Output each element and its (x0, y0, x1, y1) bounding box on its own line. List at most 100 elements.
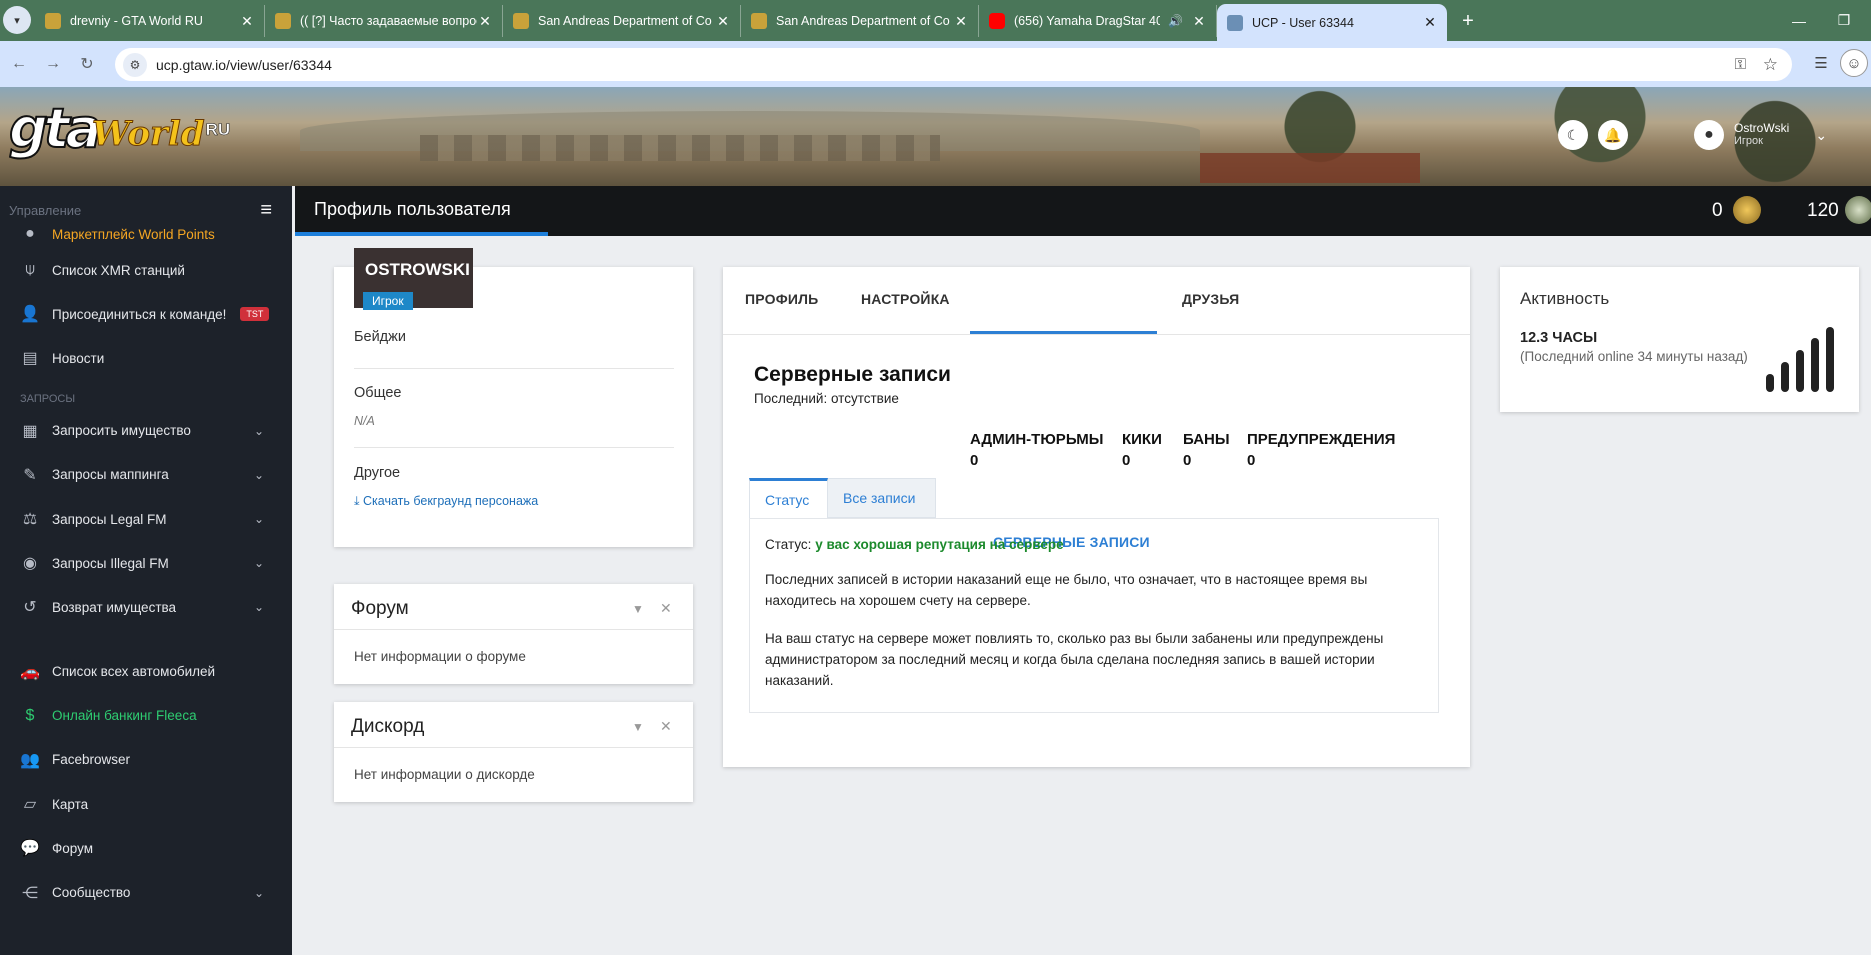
chevron-down-icon: ⌄ (253, 512, 264, 527)
chevron-down-icon: ⌄ (253, 600, 264, 615)
tab-search-chevron-icon[interactable]: ▾ (3, 6, 31, 34)
sidebar-item-mapping[interactable]: ✎ Запросы маппинга ⌄ (0, 453, 292, 497)
money-icon: $ (25, 706, 35, 724)
coins-icon: ● (25, 225, 35, 242)
tab-profile[interactable]: ПРОФИЛЬ (745, 291, 818, 307)
forward-arrow-icon[interactable]: → (38, 49, 68, 79)
close-icon[interactable]: ✕ (660, 600, 672, 617)
browser-tab[interactable]: San Andreas Department of Co ✕ (741, 5, 979, 37)
sidebar-item-legal-fm[interactable]: ⚖ Запросы Legal FM ⌄ (0, 497, 292, 541)
tab-close-icon[interactable]: ✕ (953, 13, 969, 30)
server-records-card: ПРОФИЛЬ НАСТРОЙКА СЕРВЕРНЫЕ ЗАПИСИ ДРУЗЬ… (723, 267, 1470, 767)
sidebar-item-community[interactable]: ⋲ Сообщество ⌄ (0, 870, 292, 914)
sidebar-item-property-return[interactable]: ↺ Возврат имущества ⌄ (0, 585, 292, 629)
sa-seal-favicon-icon (751, 13, 767, 29)
tab-close-icon[interactable]: ✕ (239, 13, 255, 30)
site-banner: gta World RU (0, 87, 1871, 186)
browser-tab[interactable]: San Andreas Department of Co ✕ (503, 5, 741, 37)
sidebar-item-label: Запросы Legal FM (52, 511, 167, 527)
browser-tab[interactable]: (( [?] Часто задаваемые вопросы ✕ (265, 5, 503, 37)
browser-tab-title: (( [?] Часто задаваемые вопросы (300, 14, 477, 28)
profile-avatar-icon[interactable]: ☺ (1840, 49, 1868, 77)
user-role: Игрок (1734, 135, 1763, 147)
collapse-caret-icon[interactable]: ▼ (632, 602, 644, 616)
reload-icon[interactable]: ↻ (72, 49, 102, 79)
section-heading: Серверные записи (754, 363, 951, 386)
stat-label: АДМИН-ТЮРЬМЫ (970, 431, 1104, 448)
divider (354, 447, 674, 448)
logo-gta: gta (8, 97, 103, 160)
stat-value: 0 (970, 452, 979, 469)
subtab-all-records[interactable]: Все записи (828, 478, 936, 518)
new-tab-plus-icon[interactable]: + (1453, 5, 1483, 37)
user-name: OstroWski (1734, 121, 1790, 135)
last-record: Последний: отсутствие (754, 391, 899, 406)
site-info-icon[interactable]: ⚙ (123, 52, 147, 77)
stat-warnings: ПРЕДУПРЕЖДЕНИЯ 0 (1247, 429, 1395, 471)
discord-card: Дискорд ▼ ✕ Нет информации о дискорде (334, 702, 693, 802)
scale-icon: ⚖ (22, 511, 38, 529)
notifications-bell-icon[interactable]: 🔔 (1598, 120, 1628, 150)
window-minimize-icon[interactable]: — (1777, 0, 1821, 41)
medal-icon (1733, 196, 1761, 224)
tab-close-icon[interactable]: ✕ (477, 13, 493, 30)
undo-icon: ↺ (23, 599, 37, 617)
chevron-down-icon: ⌄ (253, 556, 264, 571)
page-title: Профиль пользователя (314, 199, 511, 219)
user-menu[interactable]: ● OstroWski Игрок ⌄ (1694, 120, 1827, 150)
url-text[interactable]: ucp.gtaw.io/view/user/63344 (156, 57, 332, 73)
subtab-status[interactable]: Статус (749, 478, 828, 519)
sidebar-item-property-request[interactable]: ▦ Запросить имущество ⌄ (0, 409, 292, 453)
sidebar-item-news[interactable]: ▤ Новости (0, 336, 292, 380)
sidebar-item-xmr[interactable]: ⍦ Список XMR станций (0, 248, 292, 292)
discord-card-title: Дискорд (351, 716, 425, 737)
sidebar-item-illegal-fm[interactable]: ◉ Запросы Illegal FM ⌄ (0, 541, 292, 585)
sidebar-item-forum[interactable]: 💬 Форум (0, 826, 292, 870)
sidebar-title: Управление (9, 202, 82, 218)
tab-close-icon[interactable]: ✕ (715, 13, 731, 30)
sidebar-item-fleeca[interactable]: $ Онлайн банкинг Fleeca (0, 694, 292, 738)
sidebar-item-marketplace[interactable]: ● Маркетплейс World Points (0, 220, 292, 248)
tab-close-icon[interactable]: ✕ (1422, 14, 1438, 31)
tab-settings[interactable]: НАСТРОЙКА (861, 291, 950, 307)
browser-tab-active[interactable]: UCP - User 63344 ✕ (1217, 4, 1447, 41)
sidebar-item-label: Сообщество (52, 885, 131, 901)
omnibox[interactable]: ⚙ ucp.gtaw.io/view/user/63344 ⚿ ☆ (115, 48, 1792, 81)
sidebar-item-facebrowser[interactable]: 👥 Facebrowser (0, 738, 292, 782)
hamburger-menu-icon[interactable]: ≡ (260, 199, 272, 222)
tab-friends[interactable]: ДРУЗЬЯ (1182, 291, 1239, 307)
close-icon[interactable]: ✕ (660, 718, 672, 735)
sidebar-item-join-team[interactable]: 👤 Присоединиться к команде! TST (0, 292, 292, 336)
sidebar-item-map[interactable]: ▱ Карта (0, 782, 292, 826)
back-arrow-icon[interactable]: ← (4, 49, 34, 79)
users-icon: 👥 (20, 751, 40, 769)
stat-value: 0 (1247, 452, 1256, 469)
banner-containers (1200, 153, 1420, 183)
stat-kicks: КИКИ 0 (1122, 429, 1162, 471)
speaker-icon[interactable]: 🔊 (1168, 14, 1183, 28)
reading-list-icon[interactable]: ☰ (1806, 48, 1836, 78)
bookmark-star-icon[interactable]: ☆ (1763, 55, 1778, 75)
browser-tab[interactable]: drevniy - GTA World RU ✕ (35, 5, 265, 37)
chevron-down-icon[interactable]: ⌄ (1815, 127, 1827, 144)
general-value: N/A (354, 414, 375, 428)
browser-tab[interactable]: (656) Yamaha DragStar 400 🔊 ✕ (979, 5, 1217, 37)
divider (334, 629, 693, 630)
general-label: Общее (354, 385, 402, 401)
window-restore-icon[interactable]: ❐ (1822, 0, 1866, 41)
browser-tab-title: San Andreas Department of Co (776, 14, 950, 28)
download-background-link[interactable]: ⤓ Скачать бекграунд персонажа (354, 494, 538, 509)
divider (354, 368, 674, 369)
sidebar-item-vehicles[interactable]: 🚗 Список всех автомобилей (0, 650, 292, 694)
activity-card: Активность 12.3 ЧАСЫ (Последний online 3… (1500, 267, 1859, 412)
sidebar-item-label: Карта (52, 796, 89, 812)
collapse-caret-icon[interactable]: ▼ (632, 720, 644, 734)
tab-close-icon[interactable]: ✕ (1191, 13, 1207, 30)
dark-mode-moon-icon[interactable]: ☾ (1558, 120, 1588, 150)
stat-label: ПРЕДУПРЕЖДЕНИЯ (1247, 431, 1396, 448)
password-key-icon[interactable]: ⚿ (1735, 56, 1746, 73)
logo-world: World (91, 114, 205, 155)
banner-town (420, 135, 940, 161)
gta-world-logo[interactable]: gta World RU (8, 97, 230, 160)
download-label: Скачать бекграунд персонажа (363, 494, 539, 508)
